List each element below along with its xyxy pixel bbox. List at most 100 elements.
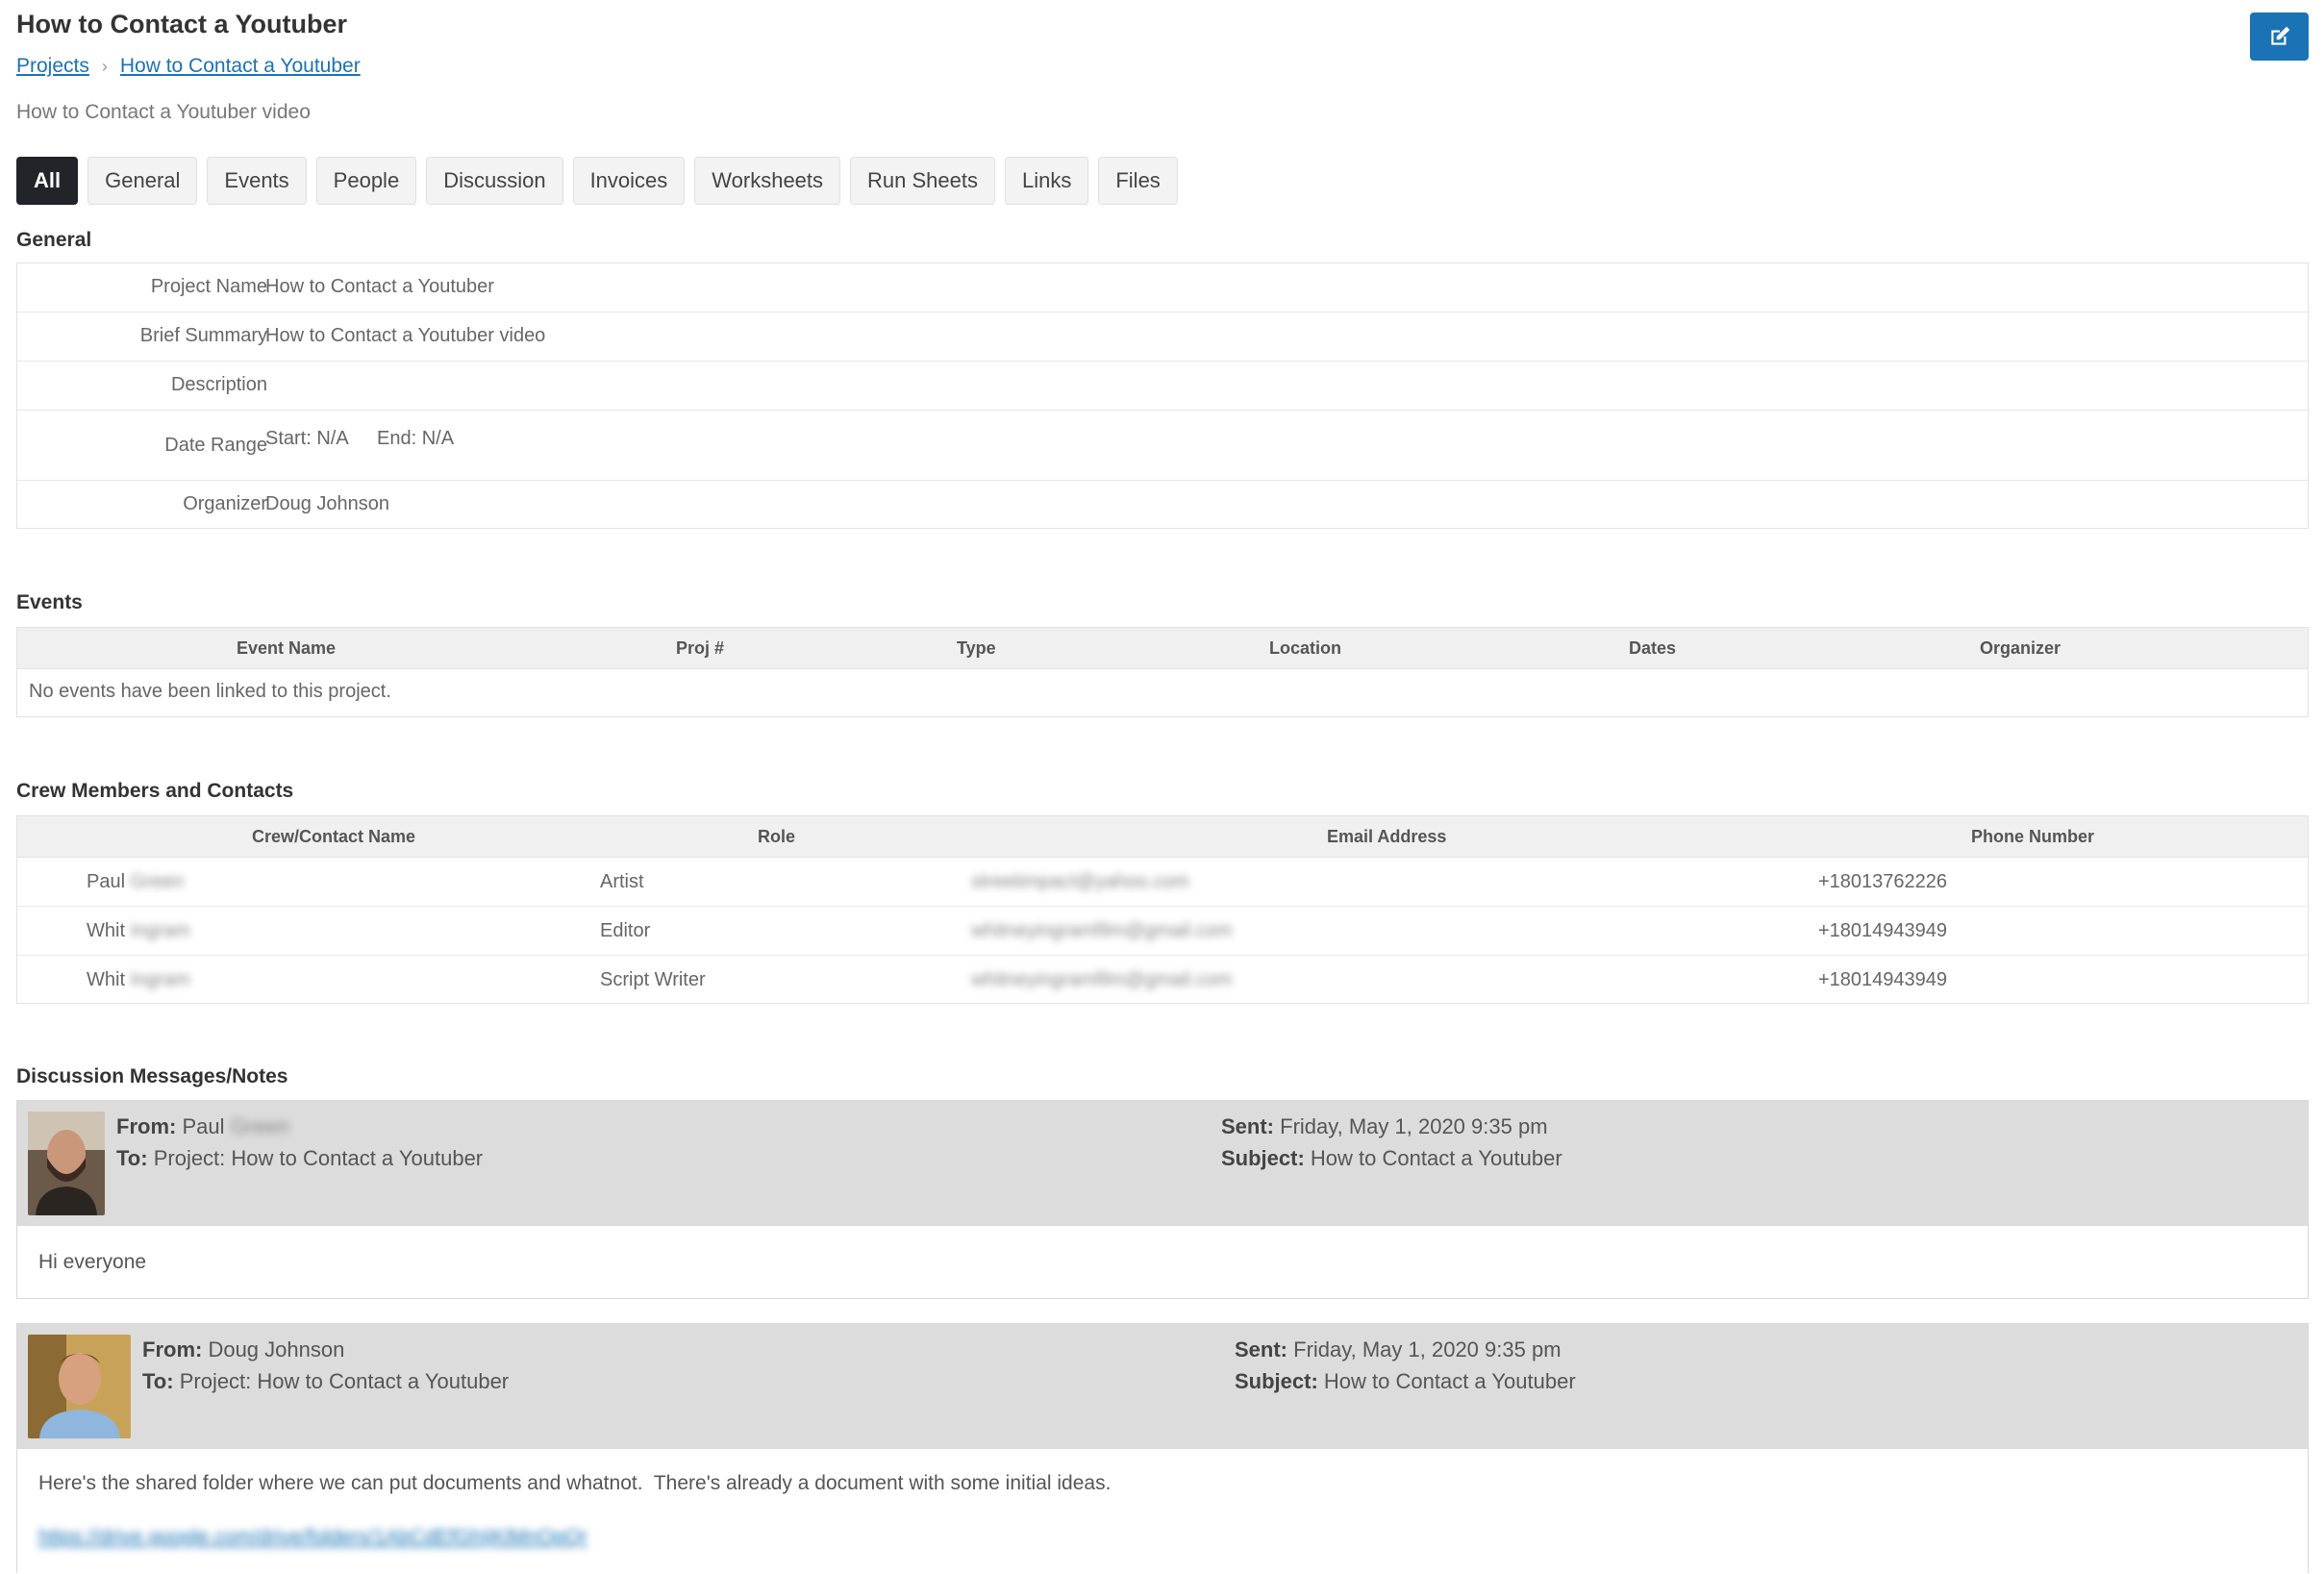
avatar-image <box>28 1112 105 1215</box>
tab-people[interactable]: People <box>315 157 417 205</box>
subject-value: How to Contact a Youtuber <box>1310 1146 1562 1170</box>
chevron-right-icon: › <box>101 57 108 76</box>
message-from: From: Paul Green <box>116 1114 289 1139</box>
detail-value: Doug Johnson <box>265 493 389 514</box>
events-table: Event Name Proj # Type Location Dates Or… <box>16 627 2309 717</box>
date-start: Start: N/A <box>265 428 349 449</box>
crew-name: Whit Ingram <box>87 920 190 942</box>
message-subject: Subject: How to Contact a Youtuber <box>1221 1146 1562 1171</box>
breadcrumb-current-link[interactable]: How to Contact a Youtuber <box>120 55 361 77</box>
message-subject: Subject: How to Contact a Youtuber <box>1235 1369 1576 1394</box>
tab-run-sheets[interactable]: Run Sheets <box>850 157 995 205</box>
breadcrumb-projects-link[interactable]: Projects <box>16 55 89 77</box>
message-to: To: Project: How to Contact a Youtuber <box>116 1146 483 1171</box>
avatar <box>28 1335 131 1438</box>
subject-label: Subject: <box>1221 1146 1305 1170</box>
page-summary: How to Contact a Youtuber video <box>16 101 311 123</box>
detail-label: Date Range <box>164 435 267 456</box>
avatar <box>28 1112 105 1215</box>
tab-files[interactable]: Files <box>1098 157 1178 205</box>
message-header: From: Paul Green To: Project: How to Con… <box>17 1101 2308 1226</box>
table-header: Event Name Proj # Type Location Dates Or… <box>17 628 2308 669</box>
edit-project-button[interactable] <box>2250 12 2309 61</box>
column-header[interactable]: Organizer <box>1980 638 2061 659</box>
column-header[interactable]: Type <box>957 638 996 659</box>
crew-name: Paul Green <box>87 871 184 893</box>
column-header[interactable]: Crew/Contact Name <box>252 827 415 847</box>
tab-discussion[interactable]: Discussion <box>426 157 563 205</box>
detail-value: How to Contact a Youtuber <box>265 276 494 297</box>
shared-folder-link[interactable]: https://drive.google.com/drive/folders/1… <box>38 1526 587 1549</box>
detail-row-date-range: Date Range Start: N/A End: N/A <box>17 411 2308 481</box>
crew-heading: Crew Members and Contacts <box>16 780 294 802</box>
tab-links[interactable]: Links <box>1005 157 1089 205</box>
tab-worksheets[interactable]: Worksheets <box>694 157 841 205</box>
detail-row-organizer: Organizer Doug Johnson <box>17 481 2308 530</box>
sent-label: Sent: <box>1235 1337 1287 1362</box>
detail-row-project-name: Project Name How to Contact a Youtuber <box>17 263 2308 312</box>
from-label: From: <box>116 1114 177 1138</box>
column-header[interactable]: Proj # <box>676 638 724 659</box>
detail-label: Brief Summary <box>139 325 267 346</box>
sent-value: Friday, May 1, 2020 9:35 pm <box>1293 1337 1562 1362</box>
message-body: Hi everyone <box>17 1226 2308 1298</box>
to-label: To: <box>142 1369 174 1393</box>
tab-invoices[interactable]: Invoices <box>572 157 686 205</box>
from-name: Doug Johnson <box>208 1337 345 1362</box>
crew-last-name: Green <box>130 871 185 892</box>
general-heading: General <box>16 229 92 251</box>
crew-phone: +18014943949 <box>1818 969 1948 990</box>
crew-name: Whit Ingram <box>87 969 190 991</box>
avatar-image <box>28 1335 131 1438</box>
message-header: From: Doug Johnson To: Project: How to C… <box>17 1324 2308 1449</box>
detail-row-description: Description <box>17 362 2308 411</box>
from-name: Paul <box>182 1114 225 1138</box>
column-header[interactable]: Email Address <box>1327 827 1446 847</box>
message-text: Here's the shared folder where we can pu… <box>38 1472 1112 1494</box>
crew-first-name: Whit <box>87 969 125 990</box>
crew-first-name: Paul <box>87 871 126 892</box>
detail-value: How to Contact a Youtuber video <box>265 325 546 346</box>
breadcrumb: Projects › How to Contact a Youtuber <box>16 55 361 78</box>
tab-events[interactable]: Events <box>207 157 307 205</box>
from-last-name: Green <box>230 1114 289 1138</box>
table-row[interactable]: Whit Ingram Script Writer whitneyingramf… <box>17 956 2308 1004</box>
section-tabs: All General Events People Discussion Inv… <box>16 157 1187 205</box>
subject-value: How to Contact a Youtuber <box>1323 1369 1576 1393</box>
message-to: To: Project: How to Contact a Youtuber <box>142 1369 509 1394</box>
message-body: Here's the shared folder where we can pu… <box>17 1449 2308 1574</box>
tab-all[interactable]: All <box>16 157 79 205</box>
column-header[interactable]: Event Name <box>237 638 336 659</box>
to-value: Project: How to Contact a Youtuber <box>153 1146 484 1170</box>
discussion-heading: Discussion Messages/Notes <box>16 1065 288 1087</box>
date-end: End: N/A <box>377 428 455 449</box>
detail-label: Organizer <box>183 493 267 514</box>
crew-table: Crew/Contact Name Role Email Address Pho… <box>16 815 2309 1004</box>
events-heading: Events <box>16 591 83 613</box>
table-row[interactable]: Paul Green Artist streetimpact@yahoo.com… <box>17 858 2308 907</box>
crew-first-name: Whit <box>87 920 125 941</box>
crew-role: Artist <box>600 871 644 892</box>
detail-row-brief-summary: Brief Summary How to Contact a Youtuber … <box>17 312 2308 362</box>
crew-email: streetimpact@yahoo.com <box>971 871 1190 892</box>
tab-general[interactable]: General <box>87 157 198 205</box>
crew-phone: +18013762226 <box>1818 871 1948 892</box>
message-card: From: Paul Green To: Project: How to Con… <box>16 1100 2309 1299</box>
events-empty-message: No events have been linked to this proje… <box>29 681 391 702</box>
message-sent: Sent: Friday, May 1, 2020 9:35 pm <box>1221 1114 1548 1139</box>
column-header[interactable]: Location <box>1269 638 1341 659</box>
crew-email: whitneyingramfilm@gmail.com <box>971 920 1233 941</box>
column-header[interactable]: Role <box>758 827 795 847</box>
page-title: How to Contact a Youtuber <box>16 10 347 38</box>
subject-label: Subject: <box>1235 1369 1318 1393</box>
table-row[interactable]: Whit Ingram Editor whitneyingramfilm@gma… <box>17 907 2308 956</box>
column-header[interactable]: Phone Number <box>1971 827 2094 847</box>
crew-last-name: Ingram <box>130 920 190 941</box>
crew-role: Script Writer <box>600 969 706 990</box>
message-sent: Sent: Friday, May 1, 2020 9:35 pm <box>1235 1337 1562 1362</box>
column-header[interactable]: Dates <box>1629 638 1676 659</box>
crew-last-name: Ingram <box>130 969 190 990</box>
crew-email: whitneyingramfilm@gmail.com <box>971 969 1233 990</box>
table-header: Crew/Contact Name Role Email Address Pho… <box>17 816 2308 858</box>
message-text: Hi everyone <box>38 1251 147 1273</box>
